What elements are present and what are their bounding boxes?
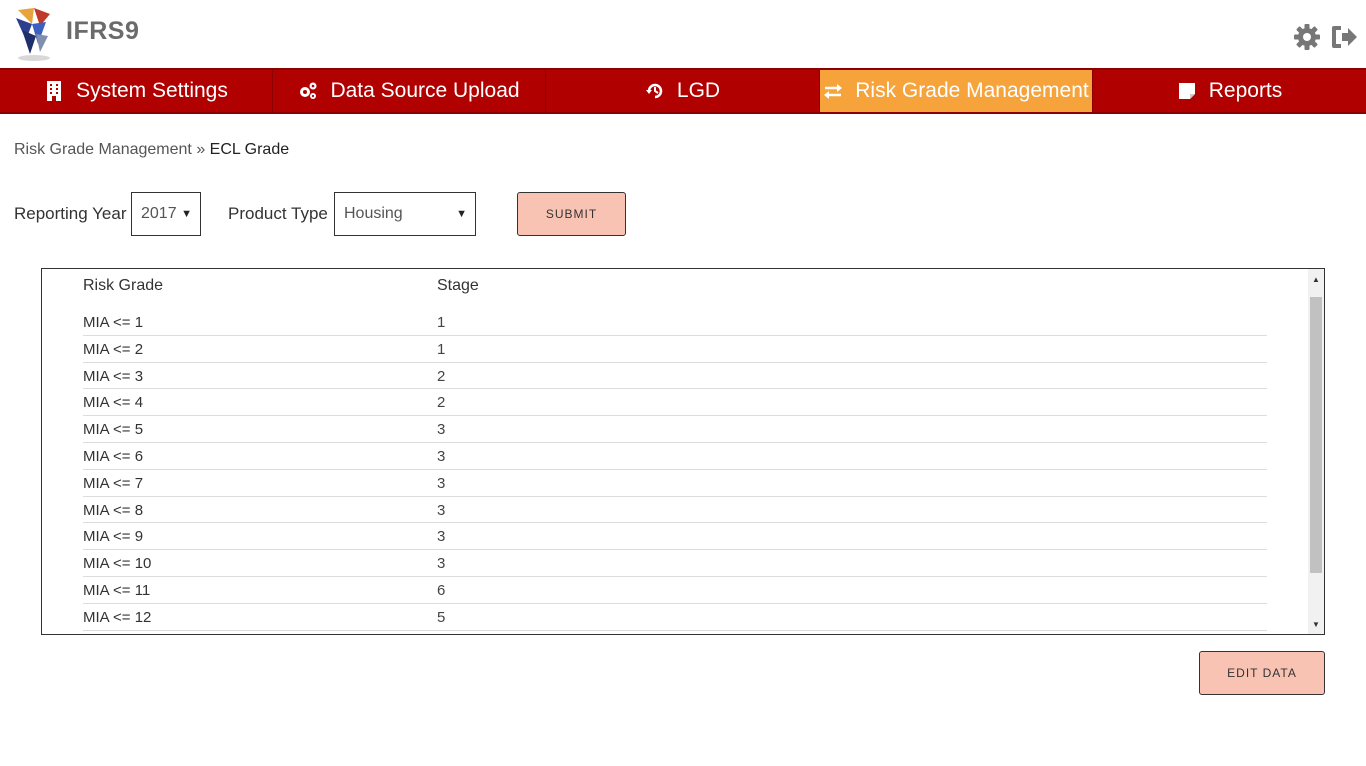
risk-grade-cell: MIA <= 11 xyxy=(83,581,151,599)
scroll-down-arrow-icon[interactable]: ▼ xyxy=(1308,616,1324,632)
risk-grade-cell: MIA <= 2 xyxy=(83,340,144,358)
nav-item-data-source-upload[interactable]: Data Source Upload xyxy=(273,70,546,112)
stage-cell: 2 xyxy=(437,367,446,385)
scrollbar-thumb[interactable] xyxy=(1310,297,1322,573)
breadcrumb-parent[interactable]: Risk Grade Management xyxy=(14,141,192,158)
stage-cell: 2 xyxy=(437,394,446,412)
stage-cell: 3 xyxy=(437,501,446,519)
table-scrollbar[interactable]: ▲ ▼ xyxy=(1308,269,1324,634)
table-row[interactable]: MIA <= 3 2 xyxy=(83,363,1267,390)
breadcrumb-current: ECL Grade xyxy=(209,141,290,158)
stage-cell: 5 xyxy=(437,608,446,626)
table-row[interactable]: MIA <= 2 1 xyxy=(83,336,1267,363)
risk-grade-cell: MIA <= 1 xyxy=(83,314,144,331)
nav-label: LGD xyxy=(676,79,721,102)
scroll-up-arrow-icon[interactable]: ▲ xyxy=(1308,271,1324,287)
table-row[interactable]: MIA <= 12 5 xyxy=(83,604,1267,631)
reporting-year-value: 2017 xyxy=(141,205,177,222)
app-title: IFRS9 xyxy=(66,17,140,45)
table-row[interactable]: MIA <= 11 6 xyxy=(83,577,1267,604)
reporting-year-label: Reporting Year xyxy=(14,204,127,223)
risk-grade-cell: MIA <= 5 xyxy=(83,421,144,439)
table-row[interactable]: MIA <= 4 2 xyxy=(83,389,1267,417)
nav-label: Reports xyxy=(1208,79,1283,102)
risk-grade-cell: MIA <= 12 xyxy=(83,608,152,626)
main-nav: System Settings Data Source Upload LGD R… xyxy=(0,68,1366,114)
logout-icon[interactable] xyxy=(1329,22,1359,52)
table-row[interactable]: MIA <= 5 3 xyxy=(83,416,1267,443)
risk-grade-cell: MIA <= 6 xyxy=(83,447,144,465)
stage-cell: 6 xyxy=(437,581,446,599)
table-row[interactable]: MIA <= 6 3 xyxy=(83,443,1267,470)
gear-icon[interactable] xyxy=(1292,22,1322,52)
nav-label: System Settings xyxy=(76,79,228,102)
note-icon xyxy=(1177,81,1197,101)
stage-cell: 3 xyxy=(437,528,446,546)
nav-label: Data Source Upload xyxy=(330,79,520,102)
product-type-value: Housing xyxy=(344,205,403,222)
table-row[interactable]: MIA <= 9 3 xyxy=(83,523,1267,551)
stage-cell: 3 xyxy=(437,555,446,573)
stage-cell: 3 xyxy=(437,474,446,492)
reporting-year-select[interactable]: 2017 ▼ xyxy=(131,192,201,236)
column-header-stage: Stage xyxy=(437,277,479,294)
chevron-down-icon: ▼ xyxy=(181,208,192,220)
cogs-icon xyxy=(298,81,318,101)
nav-item-risk-grade-management[interactable]: Risk Grade Management xyxy=(820,70,1093,112)
risk-grade-cell: MIA <= 4 xyxy=(83,394,144,412)
edit-data-button[interactable]: EDIT DATA xyxy=(1199,651,1325,695)
risk-grade-cell: MIA <= 3 xyxy=(83,367,144,385)
ifrs9-logo xyxy=(12,6,56,62)
top-header: IFRS9 xyxy=(0,0,1366,68)
submit-button[interactable]: SUBMIT xyxy=(517,192,626,236)
risk-grade-cell: MIA <= 7 xyxy=(83,474,144,492)
column-header-risk-grade: Risk Grade xyxy=(83,277,164,294)
nav-item-system-settings[interactable]: System Settings xyxy=(0,70,273,112)
breadcrumb-separator: » xyxy=(196,141,206,158)
stage-cell: 3 xyxy=(437,447,446,465)
product-type-select[interactable]: Housing ▼ xyxy=(334,192,476,236)
risk-grade-cell: MIA <= 9 xyxy=(83,528,144,546)
exchange-icon xyxy=(823,81,843,101)
history-icon xyxy=(645,81,665,101)
nav-item-reports[interactable]: Reports xyxy=(1093,70,1366,112)
table-body: MIA <= 11 MIA <= 21 MIA <= 32 MIA <= 42 … xyxy=(83,309,1267,631)
table-row[interactable]: MIA <= 10 3 xyxy=(83,550,1267,577)
risk-grade-cell: MIA <= 8 xyxy=(83,501,144,519)
nav-label: Risk Grade Management xyxy=(855,79,1089,102)
stage-cell: 1 xyxy=(437,340,446,358)
ecl-grade-table: Risk Grade Stage MIA <= 1 1 MIA <= 2 1 MIA… xyxy=(41,268,1325,635)
chevron-down-icon: ▼ xyxy=(456,208,467,220)
product-type-label: Product Type xyxy=(228,204,328,223)
nav-item-lgd[interactable]: LGD xyxy=(546,70,820,112)
table-row[interactable]: MIA <= 8 3 xyxy=(83,497,1267,524)
table-row[interactable]: MIA <= 7 3 xyxy=(83,470,1267,497)
building-icon xyxy=(44,81,64,101)
table-row[interactable]: MIA <= 1 1 xyxy=(83,309,1267,336)
stage-cell: 3 xyxy=(437,421,446,439)
breadcrumb: Risk Grade Management » ECL Grade xyxy=(14,141,289,159)
risk-grade-cell: MIA <= 10 xyxy=(83,555,152,573)
stage-cell: 1 xyxy=(437,314,446,331)
